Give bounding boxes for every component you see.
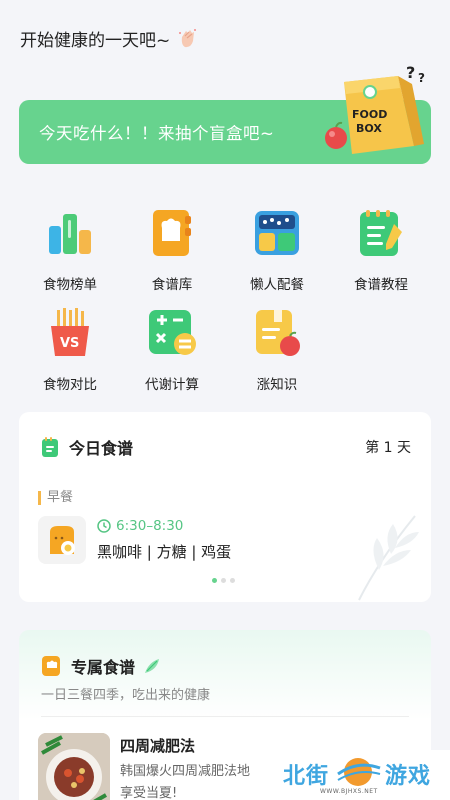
greeting: 开始健康的一天吧~ <box>20 26 200 51</box>
recipe-title: 四周减肥法 <box>120 737 196 755</box>
exclusive-recipe-subtitle: 一日三餐四季，吃出来的健康 <box>41 688 211 703</box>
grid-item-food-ranking[interactable]: 食物榜单 <box>22 208 118 293</box>
recipe-tutorial-icon <box>360 210 402 256</box>
carousel-dot[interactable] <box>221 578 226 583</box>
grid-label: 涨知识 <box>256 377 298 393</box>
grid-item-knowledge[interactable]: 涨知识 <box>229 308 325 393</box>
day-counter: 第 1 天 <box>365 440 411 456</box>
banner-text: 今天吃什么！！来抽个盲盒吧~ <box>39 124 275 143</box>
exclusive-recipe-header: 专属食谱 <box>41 654 161 678</box>
recipe-image[interactable] <box>38 733 110 800</box>
grid-label: 代谢计算 <box>145 377 199 393</box>
greeting-text: 开始健康的一天吧~ <box>20 31 171 51</box>
food-ranking-icon <box>49 214 91 254</box>
grid-item-recipe-tutorial[interactable]: 食谱教程 <box>333 208 429 293</box>
recipe-library-icon <box>153 210 191 256</box>
carousel-dot[interactable] <box>212 578 217 583</box>
clapping-hands-icon <box>179 28 197 47</box>
svg-text:?: ? <box>406 63 415 82</box>
metabolism-calc-icon <box>149 310 196 355</box>
leaf-icon <box>145 659 160 673</box>
grid-label: 食谱库 <box>151 277 193 293</box>
breakfast-thumbnail <box>38 516 86 564</box>
grid-item-lazy-meal[interactable]: 懒人配餐 <box>229 208 325 293</box>
grid-label: 懒人配餐 <box>250 277 304 293</box>
divider <box>41 716 409 717</box>
grid-label: 食物榜单 <box>43 277 97 293</box>
chef-book-icon <box>42 656 60 676</box>
clock-icon <box>97 519 111 533</box>
meal-time: 6:30–8:30 <box>97 518 183 534</box>
recipe-description: 韩国爆火四周减肥法地享受当夏! <box>120 764 251 800</box>
meal-items: 黑咖啡 | 方糖 | 鸡蛋 <box>97 543 232 561</box>
grid-item-food-compare[interactable]: VS 食物对比 <box>22 308 118 393</box>
grid-label: 食物对比 <box>43 377 97 393</box>
svg-text:VS: VS <box>60 336 79 351</box>
grid-item-metabolism-calc[interactable]: 代谢计算 <box>124 308 220 393</box>
today-recipe-title: 今日食谱 <box>69 435 138 462</box>
carousel-dots[interactable] <box>212 578 235 583</box>
svg-text:?: ? <box>418 71 425 85</box>
watermark-right-text: 游戏 <box>385 764 432 789</box>
knowledge-icon <box>256 310 300 356</box>
watermark-logo-icon <box>337 758 381 786</box>
grid-label: 食谱教程 <box>354 277 408 293</box>
grid-item-recipe-library[interactable]: 食谱库 <box>124 208 220 293</box>
notebook-icon <box>42 437 58 457</box>
svg-text:BOX: BOX <box>356 122 382 135</box>
food-compare-icon: VS <box>51 308 89 356</box>
watermark: 北街 游戏 WWW.BJHXS.NET <box>250 750 450 800</box>
wheat-decoration-icon <box>358 515 419 601</box>
today-recipe-card[interactable]: 今日食谱 第 1 天 早餐 6:30–8:30 黑咖啡 | 方糖 | 鸡蛋 <box>19 412 431 602</box>
watermark-left-text: 北街 <box>283 764 330 789</box>
meal-tag: 早餐 <box>38 491 73 505</box>
lazy-meal-icon <box>255 211 299 255</box>
salad-bowl-image <box>38 733 110 800</box>
meal-time-text: 6:30–8:30 <box>116 518 184 534</box>
today-recipe-header: 今日食谱 <box>41 435 138 462</box>
carousel-dot[interactable] <box>230 578 235 583</box>
watermark-url: WWW.BJHXS.NET <box>320 788 378 795</box>
toast-icon <box>50 526 75 555</box>
svg-text:FOOD: FOOD <box>352 108 387 121</box>
exclusive-recipe-title: 专属食谱 <box>71 658 136 677</box>
food-box-icon[interactable]: ? ? FOOD BOX <box>318 62 436 158</box>
